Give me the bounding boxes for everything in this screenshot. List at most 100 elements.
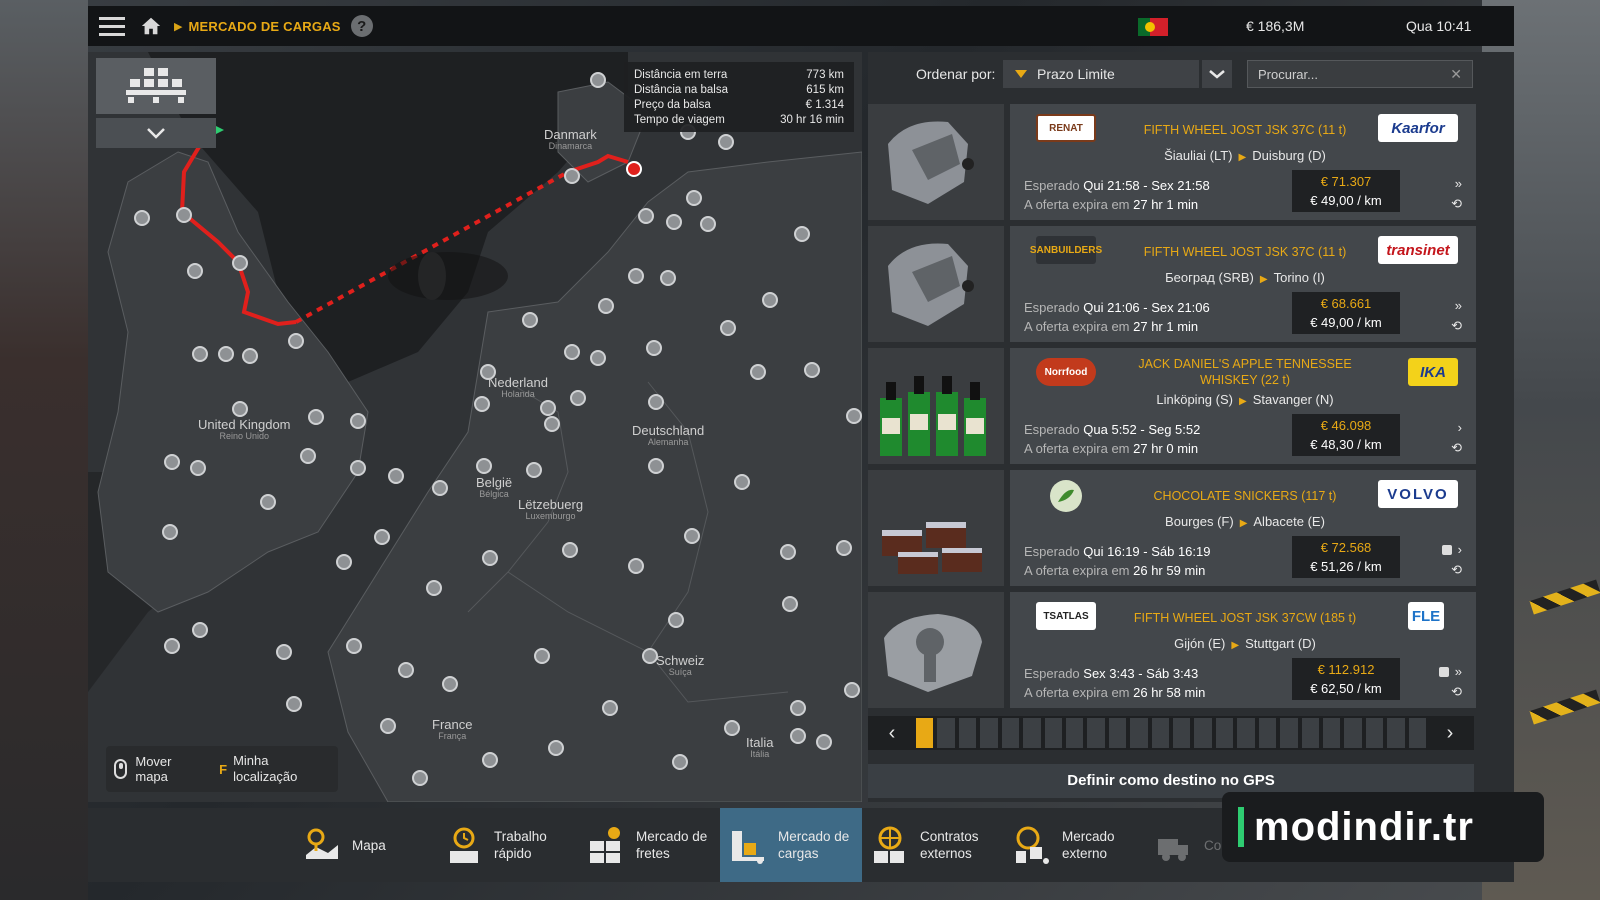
background-garage-left: [0, 0, 88, 900]
page-segment[interactable]: [1044, 718, 1062, 748]
page-segment[interactable]: [1108, 718, 1127, 748]
nav-freight-market[interactable]: Mercado de fretes: [578, 808, 720, 882]
expand-chevron-down-icon[interactable]: [96, 118, 216, 148]
expires-label: A oferta expira em: [1024, 563, 1130, 578]
nav-label: Mercado de cargas: [778, 829, 850, 861]
page-segments: [916, 718, 1427, 748]
nav-map[interactable]: Mapa: [294, 808, 436, 882]
prev-page-chevron-left-icon[interactable]: ‹: [868, 716, 916, 750]
route-arrow-icon: ▶: [1259, 274, 1268, 285]
my-location-button[interactable]: Minha localização: [233, 753, 330, 785]
offer-row[interactable]: Norrfood JACK DANIEL'S APPLE TENNESSEE W…: [868, 348, 1514, 464]
route-to: Stavanger (N): [1252, 392, 1334, 407]
whiskey-bottles-icon: [880, 376, 986, 456]
home-icon[interactable]: [136, 6, 166, 46]
cargo-name: FIFTH WHEEL JOST JSK 37C (11 t): [1143, 123, 1347, 137]
page-segment[interactable]: [1365, 718, 1384, 748]
offer-card[interactable]: TSATLAS FIFTH WHEEL JOST JSK 37CW (185 t…: [1010, 592, 1476, 708]
offer-row[interactable]: CHOCOLATE SNICKERS (117 t) VOLVO Bourges…: [868, 470, 1514, 586]
offer-meta: Esperado Qua 5:52 - Seg 5:52 A oferta ex…: [1024, 420, 1200, 458]
page-segment[interactable]: [1065, 718, 1084, 748]
route-arrow-icon: ▶: [1231, 640, 1240, 651]
page-segment[interactable]: [1344, 718, 1362, 748]
page-segment[interactable]: [1280, 718, 1298, 748]
hamburger-menu-icon[interactable]: [88, 6, 136, 46]
refresh-icon: ⟲: [1451, 684, 1462, 699]
offer-card[interactable]: CHOCOLATE SNICKERS (117 t) VOLVO Bourges…: [1010, 470, 1476, 586]
page-segment[interactable]: [958, 718, 977, 748]
freight-icon: [586, 825, 626, 865]
page-segment[interactable]: [937, 718, 955, 748]
expected-window: Qui 21:58 - Sex 21:58: [1083, 178, 1210, 193]
cargo-name: FIFTH WHEEL JOST JSK 37CW (185 t): [1133, 611, 1357, 625]
offer-card[interactable]: RENAT FIFTH WHEEL JOST JSK 37C (11 t) Ka…: [1010, 104, 1476, 220]
nav-external-contracts[interactable]: Contratos externos: [862, 808, 1004, 882]
expected-label: Esperado: [1024, 544, 1080, 559]
page-segment[interactable]: [1408, 718, 1427, 748]
offer-meta: Esperado Sex 3:43 - Sáb 3:43 A oferta ex…: [1024, 664, 1205, 702]
info-value: 30 hr 16 min: [780, 114, 844, 126]
nav-cargo-market[interactable]: Mercado de cargas: [720, 808, 862, 882]
move-map-hint: Mover mapa: [135, 754, 172, 784]
sort-select[interactable]: Prazo Limite: [1003, 60, 1199, 88]
expected-window: Qui 16:19 - Sáb 16:19: [1083, 544, 1211, 559]
nav-external-market[interactable]: Mercado externo: [1004, 808, 1146, 882]
offer-price: € 72.568 € 51,26 / km: [1292, 536, 1400, 578]
offer-meta: Esperado Qui 16:19 - Sáb 16:19 A oferta …: [1024, 542, 1210, 580]
cargo-thumbnail: [868, 348, 1004, 464]
destination-company-logo: transinet: [1378, 236, 1458, 264]
cargo-thumbnail: [868, 226, 1004, 342]
watermark-text: modindir.tr: [1254, 804, 1474, 849]
offer-card[interactable]: Norrfood JACK DANIEL'S APPLE TENNESSEE W…: [1010, 348, 1476, 464]
location-key-hint: F: [219, 761, 228, 777]
page-segment[interactable]: [1130, 718, 1148, 748]
offer-icons: » ⟲: [1418, 662, 1462, 702]
top-bar: ▶ MERCADO DE CARGAS ? € 186,3M Qua 10:41: [88, 6, 1514, 46]
page-segment[interactable]: [1237, 718, 1255, 748]
route-to: Torino (I): [1273, 270, 1325, 285]
page-segment[interactable]: [916, 718, 934, 748]
country-label-denmark: Danmark Dinamarca: [544, 127, 597, 151]
offer-row[interactable]: SANBUILDERS FIFTH WHEEL JOST JSK 37C (11…: [868, 226, 1514, 342]
route: Gijón (E) ▶ Stuttgart (D): [1120, 636, 1370, 651]
offer-row[interactable]: TSATLAS FIFTH WHEEL JOST JSK 37CW (185 t…: [868, 592, 1514, 708]
country-label-germany: Deutschland Alemanha: [632, 423, 705, 447]
page-segment[interactable]: [1194, 718, 1212, 748]
company-logo[interactable]: [96, 58, 216, 114]
expected-label: Esperado: [1024, 300, 1080, 315]
country-label-luxembourg: Lëtzebuerg Luxemburgo: [518, 497, 584, 521]
breadcrumb[interactable]: MERCADO DE CARGAS: [188, 19, 340, 34]
page-segment[interactable]: [1173, 718, 1191, 748]
nav-label: Contratos externos: [920, 829, 979, 861]
route-to: Duisburg (D): [1252, 148, 1326, 163]
route-map[interactable]: Distância em terra 773 km Distância na ba…: [88, 52, 862, 802]
search-input[interactable]: Procurar... ✕: [1247, 60, 1473, 88]
offer-icons: » ⟲: [1418, 296, 1462, 336]
lock-icon: [1441, 545, 1452, 555]
page-segment[interactable]: [1087, 718, 1105, 748]
next-page-chevron-right-icon[interactable]: ›: [1426, 716, 1474, 750]
route-info-row: Distância na balsa 615 km: [634, 83, 844, 98]
page-segment[interactable]: [1387, 718, 1405, 748]
sort-dropdown-chevron-icon[interactable]: [1202, 60, 1232, 88]
price-total: € 71.307: [1320, 174, 1372, 189]
offer-card[interactable]: SANBUILDERS FIFTH WHEEL JOST JSK 37C (11…: [1010, 226, 1476, 342]
game-clock: Qua 10:41: [1406, 18, 1472, 34]
expected-window: Sex 3:43 - Sáb 3:43: [1083, 666, 1199, 681]
page-segment[interactable]: [1151, 718, 1170, 748]
page-segment[interactable]: [980, 718, 998, 748]
page-segment[interactable]: [1301, 718, 1320, 748]
page-segment[interactable]: [1323, 718, 1341, 748]
destination-company-logo: VOLVO: [1378, 480, 1458, 508]
page-segment[interactable]: [1023, 718, 1041, 748]
price-total: € 46.098: [1320, 418, 1372, 433]
country-label-switzerland: Schweiz Suíça: [656, 653, 705, 677]
help-button[interactable]: ?: [350, 15, 373, 37]
offer-row[interactable]: RENAT FIFTH WHEEL JOST JSK 37C (11 t) Ka…: [868, 104, 1514, 220]
page-segment[interactable]: [1215, 718, 1234, 748]
source-company-logo: SANBUILDERS: [1030, 236, 1102, 264]
page-segment[interactable]: [1001, 718, 1020, 748]
nav-quick-job[interactable]: Trabalho rápido: [436, 808, 578, 882]
page-segment[interactable]: [1258, 718, 1277, 748]
clear-search-icon[interactable]: ✕: [1450, 66, 1462, 83]
